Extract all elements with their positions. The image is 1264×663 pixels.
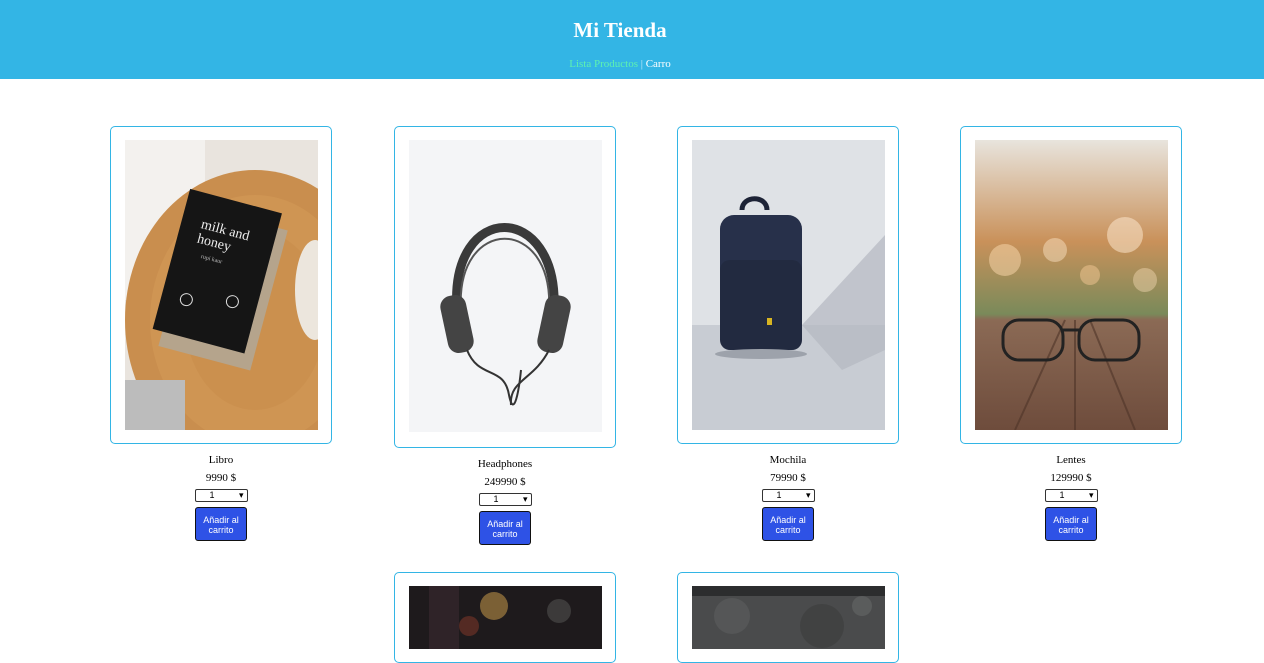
quantity-value: 1 <box>776 490 782 500</box>
backpack-photo[interactable] <box>692 140 885 430</box>
quantity-value: 1 <box>209 490 215 500</box>
product-card: milk and honey rupi kaur Libro 9990 $ 1 … <box>110 126 332 541</box>
add-to-cart-button[interactable]: Añadir al carrito <box>1045 507 1097 541</box>
product-image-frame <box>394 126 616 448</box>
product-card <box>394 572 616 663</box>
bokeh-photo[interactable] <box>409 586 602 649</box>
product-card <box>677 572 899 663</box>
main-nav: Lista Productos | Carro <box>0 58 1240 70</box>
product-price: 129990 $ <box>1050 472 1092 484</box>
product-price: 249990 $ <box>484 476 526 488</box>
quantity-value: 1 <box>493 494 499 504</box>
concrete-wall-photo[interactable] <box>692 586 885 649</box>
glasses-photo[interactable] <box>975 140 1168 430</box>
nav-link-cart[interactable]: Carro <box>646 58 671 70</box>
quantity-select[interactable]: 1 ▾ <box>1044 489 1098 502</box>
chevron-down-icon: ▾ <box>1088 490 1094 500</box>
product-name: Libro <box>208 454 234 466</box>
chevron-down-icon: ▾ <box>238 490 244 500</box>
product-image-frame <box>394 572 616 663</box>
product-card: Headphones 249990 $ 1 ▾ Añadir al carrit… <box>394 126 616 545</box>
chevron-down-icon: ▾ <box>805 490 811 500</box>
quantity-value: 1 <box>1059 490 1065 500</box>
quantity-select[interactable]: 1 ▾ <box>194 489 248 502</box>
product-card: Lentes 129990 $ 1 ▾ Añadir al carrito <box>960 126 1182 541</box>
add-to-cart-button[interactable]: Añadir al carrito <box>479 511 531 545</box>
quantity-select[interactable]: 1 ▾ <box>478 493 532 506</box>
product-price: 79990 $ <box>770 472 806 484</box>
product-image-frame: milk and honey rupi kaur <box>110 126 332 444</box>
nav-separator: | <box>640 58 643 70</box>
product-price: 9990 $ <box>205 472 237 484</box>
chevron-down-icon: ▾ <box>522 494 528 504</box>
nav-link-products[interactable]: Lista Productos <box>569 58 638 70</box>
site-title: Mi Tienda <box>573 18 667 42</box>
product-image-frame <box>677 126 899 444</box>
site-header: Mi Tienda Lista Productos | Carro <box>0 0 1264 79</box>
add-to-cart-button[interactable]: Añadir al carrito <box>195 507 247 541</box>
product-card: Mochila 79990 $ 1 ▾ Añadir al carrito <box>677 126 899 541</box>
quantity-select[interactable]: 1 ▾ <box>761 489 815 502</box>
product-image-frame <box>960 126 1182 444</box>
product-name: Mochila <box>769 454 807 466</box>
product-name: Headphones <box>477 458 533 470</box>
add-to-cart-button[interactable]: Añadir al carrito <box>762 507 814 541</box>
product-name: Lentes <box>1056 454 1086 466</box>
book-photo[interactable]: milk and honey rupi kaur <box>125 140 318 430</box>
headphones-photo[interactable] <box>409 140 602 432</box>
product-image-frame <box>677 572 899 663</box>
